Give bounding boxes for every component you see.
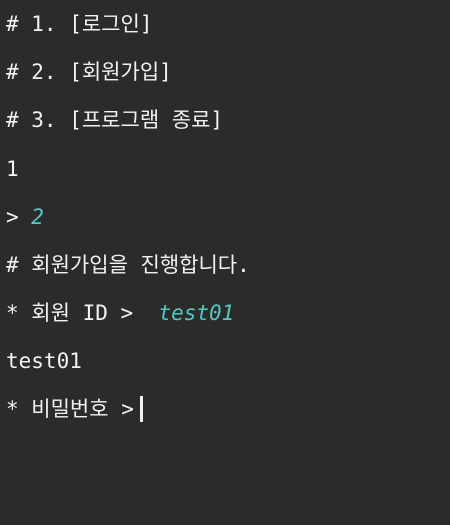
password-line[interactable]: * 비밀번호 > [6, 395, 143, 423]
text-cursor[interactable] [139, 396, 143, 422]
password-prompt: * 비밀번호 > [6, 397, 134, 421]
choice-user-input: 2 [31, 205, 44, 229]
id-user-input: test01 [158, 301, 235, 325]
choice-line: > 2 [6, 203, 44, 231]
menu-item-signup: # 2. [회원가입] [6, 60, 172, 84]
id-prompt: * 회원 ID > [6, 301, 159, 325]
id-line: * 회원 ID > test01 [6, 299, 234, 327]
echo-id-line: test01 [6, 349, 82, 373]
echo-line: 1 [6, 157, 19, 181]
menu-item-exit: # 3. [프로그램 종료] [6, 108, 224, 132]
console-output[interactable]: # 1. [로그인] # 2. [회원가입] # 3. [프로그램 종료] 1 … [0, 0, 450, 525]
signup-message: # 회원가입을 진행합니다. [6, 253, 250, 277]
menu-item-login: # 1. [로그인] [6, 12, 153, 36]
choice-prompt: > [6, 205, 32, 229]
